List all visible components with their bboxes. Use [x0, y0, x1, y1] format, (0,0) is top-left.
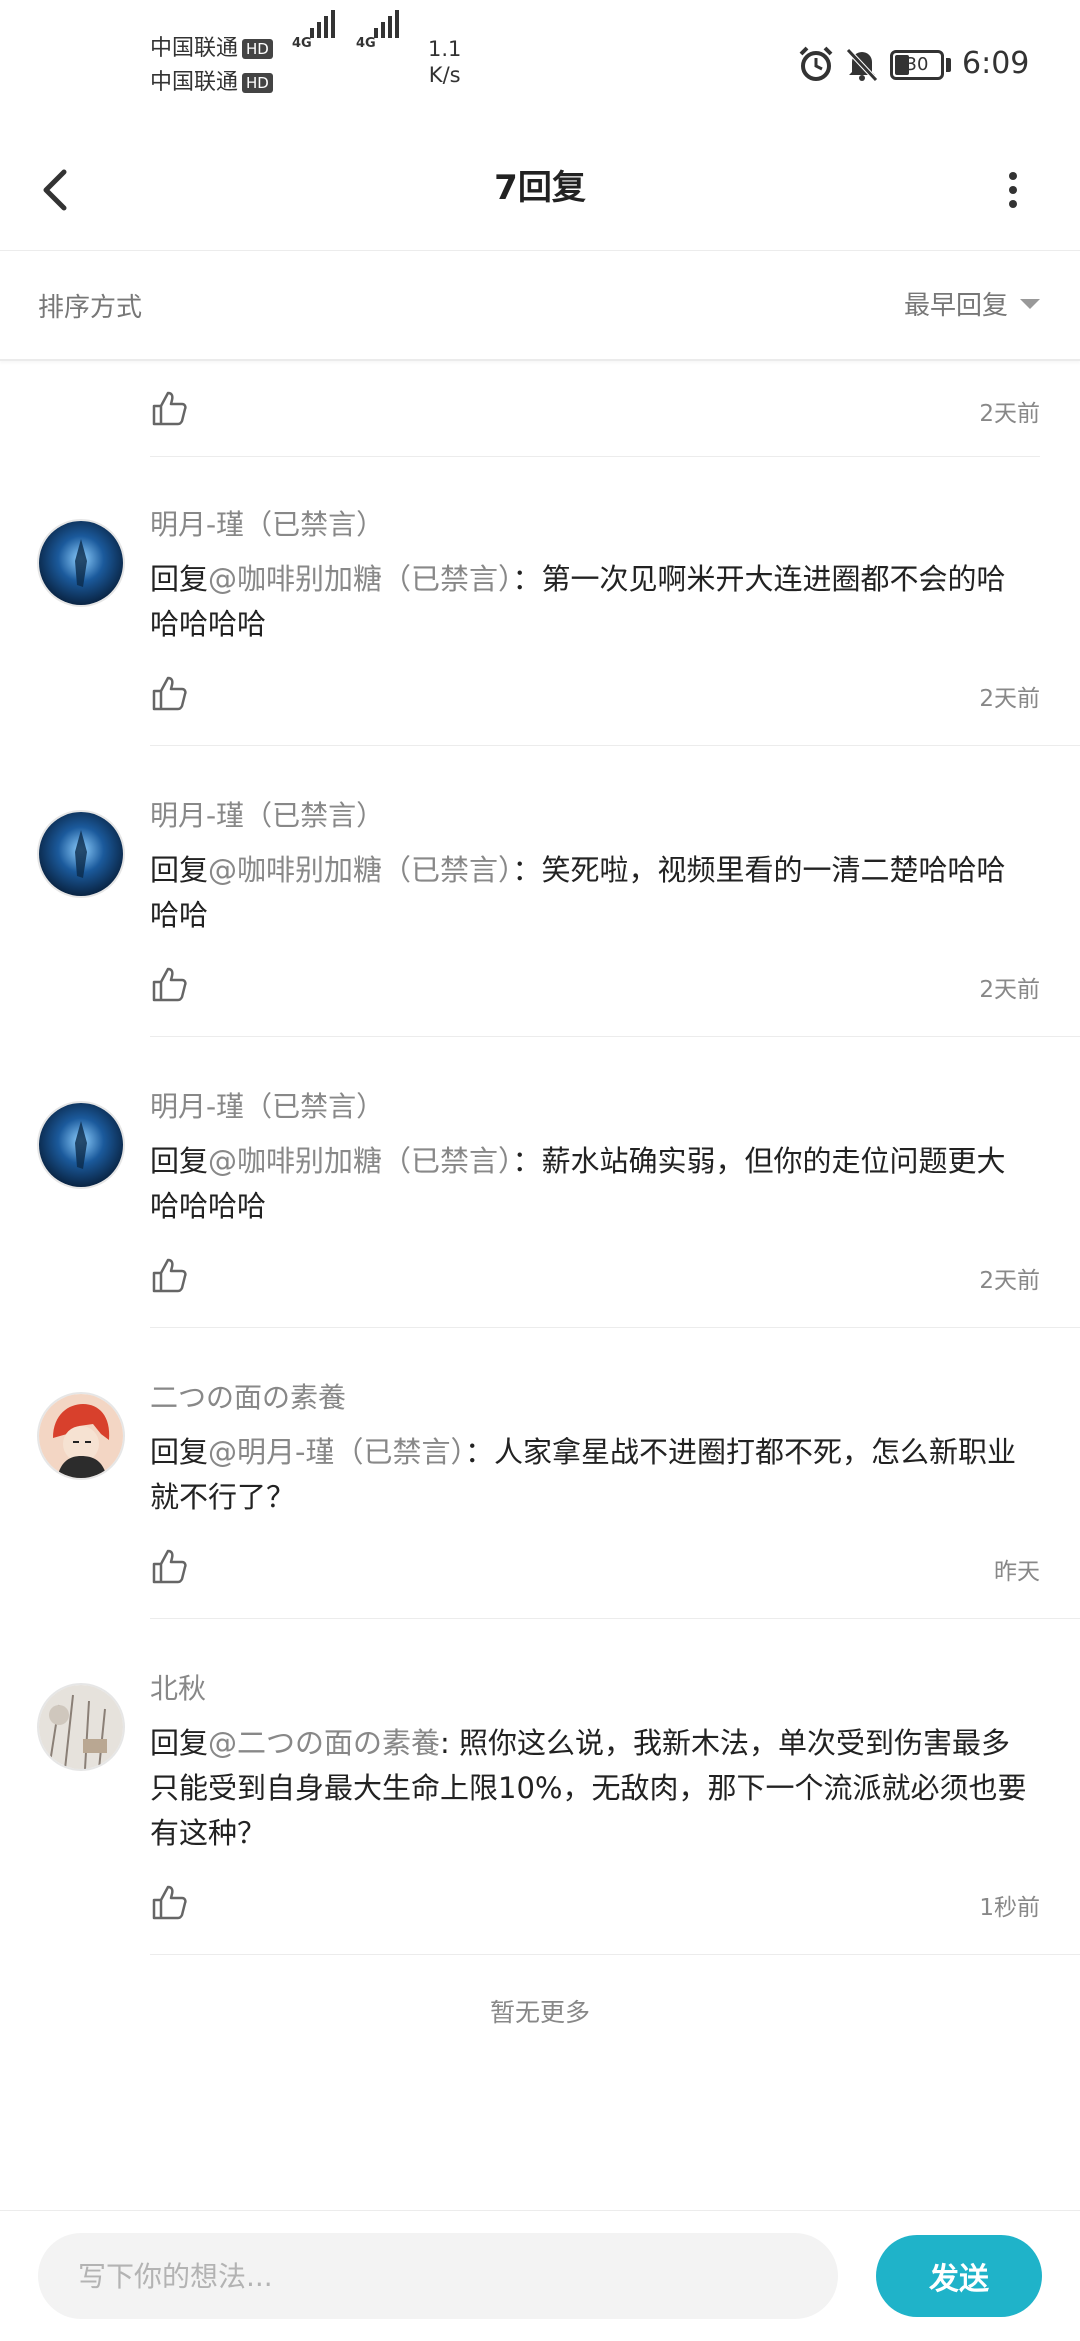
- comment-actions-partial: 2天前: [150, 362, 1040, 457]
- mention-link[interactable]: @二つの面の素養: [208, 1726, 440, 1760]
- alarm-icon: [799, 46, 833, 81]
- comment-composer: 发送: [0, 2210, 1080, 2341]
- comment-time: 1秒前: [979, 1895, 1040, 1921]
- carrier-1: 中国联通: [150, 36, 239, 61]
- hd-badge: HD: [242, 39, 273, 59]
- avatar[interactable]: [37, 1392, 125, 1480]
- bell-muted-icon: [846, 48, 878, 82]
- avatar[interactable]: [37, 519, 125, 607]
- battery-icon: 30: [890, 50, 944, 80]
- send-button[interactable]: 发送: [876, 2235, 1042, 2317]
- like-icon[interactable]: [150, 964, 190, 1004]
- comment-text: 回复@咖啡别加糖（已禁言）：笑死啦，视频里看的一清二楚哈哈哈哈哈: [150, 853, 1006, 932]
- comment-actions: 1秒前: [150, 1882, 1040, 1932]
- avatar[interactable]: [37, 1683, 125, 1771]
- comment-time: 2天前: [979, 686, 1040, 712]
- comment-author[interactable]: 明月-瑾（已禁言）: [150, 505, 1040, 545]
- mention-link[interactable]: @明月-瑾（已禁言）: [208, 1435, 465, 1469]
- like-icon[interactable]: [150, 1255, 190, 1295]
- sort-bar: 排序方式 最早回复: [0, 251, 1080, 361]
- no-more-label: 暂无更多: [489, 1998, 590, 2027]
- comment-actions: 昨天: [150, 1546, 1040, 1596]
- comment-author[interactable]: 北秋: [150, 1669, 1040, 1709]
- comment-time: 2天前: [979, 977, 1040, 1003]
- comment-actions: 2天前: [150, 673, 1040, 723]
- sort-selected-value: 最早回复: [903, 291, 1008, 321]
- hd-badge: HD: [242, 73, 273, 93]
- comment-time: 2天前: [979, 1268, 1040, 1294]
- sort-label: 排序方式: [38, 293, 143, 323]
- comment-time: 昨天: [994, 1559, 1040, 1585]
- net-speed: 1.1 K/s: [428, 37, 462, 87]
- like-icon[interactable]: [150, 1546, 190, 1586]
- carrier-info: 中国联通 HD 中国联通 HD: [150, 32, 273, 100]
- sort-dropdown[interactable]: 最早回复: [904, 285, 1040, 322]
- reply-input[interactable]: [38, 2233, 838, 2319]
- status-bar: 中国联通 HD 中国联通 HD 4G 4G 1.1 K/s 30 6:09: [0, 0, 1080, 130]
- comment-text: 回复@咖啡别加糖（已禁言）：薪水站确实弱，但你的走位问题更大哈哈哈哈: [150, 1144, 1006, 1223]
- page-title: 7回复: [494, 168, 586, 208]
- comment-author[interactable]: 二つの面の素養: [150, 1378, 1040, 1418]
- carrier-2: 中国联通: [150, 70, 239, 95]
- comment-text: 回复@二つの面の素養: 照你这么说，我新木法，单次受到伤害最多只能受到自身最大生…: [150, 1726, 1027, 1850]
- like-icon[interactable]: [150, 673, 190, 713]
- clock: 6:09: [962, 46, 1030, 81]
- like-icon[interactable]: [150, 388, 190, 428]
- more-options-icon[interactable]: [990, 158, 1036, 222]
- mention-link[interactable]: @咖啡别加糖（已禁言）: [208, 853, 513, 887]
- comment-actions: 2天前: [150, 1255, 1040, 1305]
- comment-time: 2天前: [979, 401, 1040, 427]
- comment-text: 回复@咖啡别加糖（已禁言）：第一次见啊米开大连进圈都不会的哈哈哈哈哈: [150, 562, 1006, 641]
- comment-author[interactable]: 明月-瑾（已禁言）: [150, 1087, 1040, 1127]
- comment-text: 回复@明月-瑾（已禁言）：人家拿星战不进圈打都不死，怎么新职业就不行了？: [150, 1435, 1016, 1514]
- mention-link[interactable]: @咖啡别加糖（已禁言）: [208, 1144, 513, 1178]
- comment-author[interactable]: 明月-瑾（已禁言）: [150, 796, 1040, 836]
- like-icon[interactable]: [150, 1882, 190, 1922]
- avatar[interactable]: [37, 810, 125, 898]
- comment-actions: 2天前: [150, 964, 1040, 1014]
- chevron-down-icon: [1020, 298, 1040, 309]
- avatar[interactable]: [37, 1101, 125, 1189]
- mention-link[interactable]: @咖啡别加糖（已禁言）: [208, 562, 513, 596]
- title-bar: 7回复: [0, 130, 1080, 251]
